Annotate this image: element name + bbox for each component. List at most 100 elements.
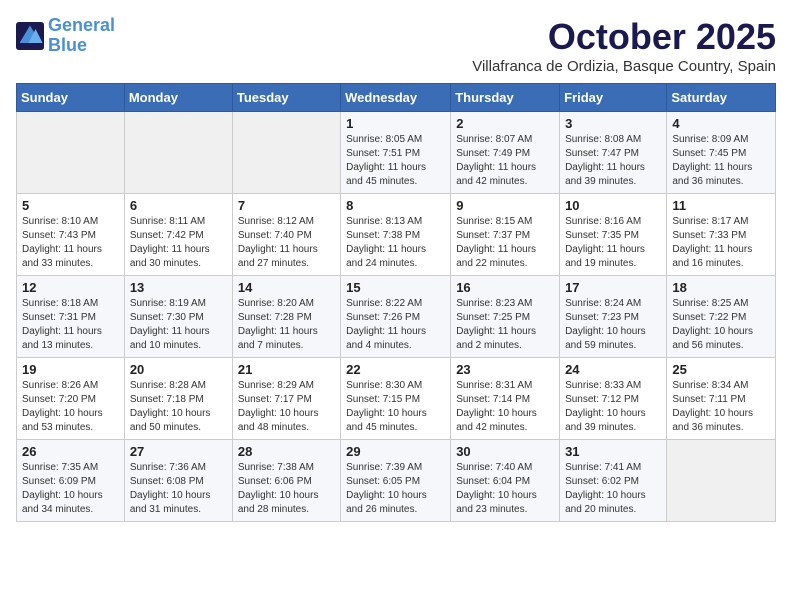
day-number: 27 xyxy=(130,444,227,459)
day-number: 4 xyxy=(672,116,770,131)
calendar-cell: 26Sunrise: 7:35 AM Sunset: 6:09 PM Dayli… xyxy=(17,440,125,522)
day-number: 5 xyxy=(22,198,119,213)
calendar-cell xyxy=(124,112,232,194)
day-number: 19 xyxy=(22,362,119,377)
calendar-cell: 18 Sunrise: 8:25 AM Sunset: 7:22 PM Dayli… xyxy=(667,276,776,358)
cell-content: Sunrise: 8:07 AM Sunset: 7:49 PM Dayligh… xyxy=(456,133,554,189)
calendar-table: SundayMondayTuesdayWednesdayThursdayFrid… xyxy=(16,83,776,522)
calendar-cell: 20 Sunrise: 8:28 AM Sunset: 7:18 PM Dayli… xyxy=(124,358,232,440)
day-number: 17 xyxy=(565,280,661,295)
title-block: October 2025 Villafranca de Ordizia, Bas… xyxy=(472,16,776,75)
cell-content: Sunrise: 8:10 AM Sunset: 7:43 PM Dayligh… xyxy=(22,215,119,271)
day-number: 14 xyxy=(238,280,335,295)
col-header-tuesday: Tuesday xyxy=(232,84,340,112)
day-number: 2 xyxy=(456,116,554,131)
col-header-sunday: Sunday xyxy=(17,84,125,112)
cell-content: Sunrise: 8:13 AM Sunset: 7:38 PM Dayligh… xyxy=(346,215,445,271)
day-number: 26 xyxy=(22,444,119,459)
day-number: 13 xyxy=(130,280,227,295)
cell-content: Sunrise: 8:05 AM Sunset: 7:51 PM Dayligh… xyxy=(346,133,445,189)
col-header-saturday: Saturday xyxy=(667,84,776,112)
week-row-4: 19 Sunrise: 8:26 AM Sunset: 7:20 PM Dayli… xyxy=(17,358,776,440)
day-number: 6 xyxy=(130,198,227,213)
day-number: 29 xyxy=(346,444,445,459)
week-row-3: 12Sunrise: 8:18 AM Sunset: 7:31 PM Dayli… xyxy=(17,276,776,358)
cell-content: Sunrise: 8:28 AM Sunset: 7:18 PM Dayligh… xyxy=(130,379,227,435)
calendar-cell: 6 Sunrise: 8:11 AM Sunset: 7:42 PM Daylig… xyxy=(124,194,232,276)
week-row-1: 1Sunrise: 8:05 AM Sunset: 7:51 PM Daylig… xyxy=(17,112,776,194)
day-number: 25 xyxy=(672,362,770,377)
cell-content: Sunrise: 8:30 AM Sunset: 7:15 PM Dayligh… xyxy=(346,379,445,435)
cell-content: Sunrise: 8:22 AM Sunset: 7:26 PM Dayligh… xyxy=(346,297,445,353)
calendar-cell: 2 Sunrise: 8:07 AM Sunset: 7:49 PM Daylig… xyxy=(451,112,560,194)
cell-content: Sunrise: 8:08 AM Sunset: 7:47 PM Dayligh… xyxy=(565,133,661,189)
calendar-cell: 17Sunrise: 8:24 AM Sunset: 7:23 PM Dayli… xyxy=(560,276,667,358)
day-number: 31 xyxy=(565,444,661,459)
calendar-cell: 16Sunrise: 8:23 AM Sunset: 7:25 PM Dayli… xyxy=(451,276,560,358)
calendar-cell: 24Sunrise: 8:33 AM Sunset: 7:12 PM Dayli… xyxy=(560,358,667,440)
calendar-cell: 27 Sunrise: 7:36 AM Sunset: 6:08 PM Dayli… xyxy=(124,440,232,522)
cell-content: Sunrise: 7:36 AM Sunset: 6:08 PM Dayligh… xyxy=(130,461,227,517)
day-number: 22 xyxy=(346,362,445,377)
cell-content: Sunrise: 8:16 AM Sunset: 7:35 PM Dayligh… xyxy=(565,215,661,271)
cell-content: Sunrise: 8:15 AM Sunset: 7:37 PM Dayligh… xyxy=(456,215,554,271)
cell-content: Sunrise: 8:12 AM Sunset: 7:40 PM Dayligh… xyxy=(238,215,335,271)
calendar-cell: 23 Sunrise: 8:31 AM Sunset: 7:14 PM Dayli… xyxy=(451,358,560,440)
col-header-monday: Monday xyxy=(124,84,232,112)
calendar-cell: 4Sunrise: 8:09 AM Sunset: 7:45 PM Daylig… xyxy=(667,112,776,194)
cell-content: Sunrise: 8:31 AM Sunset: 7:14 PM Dayligh… xyxy=(456,379,554,435)
cell-content: Sunrise: 8:29 AM Sunset: 7:17 PM Dayligh… xyxy=(238,379,335,435)
calendar-cell xyxy=(667,440,776,522)
calendar-cell xyxy=(17,112,125,194)
day-number: 20 xyxy=(130,362,227,377)
cell-content: Sunrise: 8:19 AM Sunset: 7:30 PM Dayligh… xyxy=(130,297,227,353)
logo-text: General Blue xyxy=(48,16,115,56)
cell-content: Sunrise: 8:17 AM Sunset: 7:33 PM Dayligh… xyxy=(672,215,770,271)
calendar-cell: 25 Sunrise: 8:34 AM Sunset: 7:11 PM Dayli… xyxy=(667,358,776,440)
calendar-cell: 31 Sunrise: 7:41 AM Sunset: 6:02 PM Dayli… xyxy=(560,440,667,522)
cell-content: Sunrise: 8:34 AM Sunset: 7:11 PM Dayligh… xyxy=(672,379,770,435)
logo-icon xyxy=(16,22,44,50)
cell-content: Sunrise: 7:39 AM Sunset: 6:05 PM Dayligh… xyxy=(346,461,445,517)
page-header: General Blue October 2025 Villafranca de… xyxy=(16,16,776,75)
cell-content: Sunrise: 8:20 AM Sunset: 7:28 PM Dayligh… xyxy=(238,297,335,353)
day-number: 3 xyxy=(565,116,661,131)
calendar-cell: 14 Sunrise: 8:20 AM Sunset: 7:28 PM Dayli… xyxy=(232,276,340,358)
day-number: 21 xyxy=(238,362,335,377)
calendar-cell: 8 Sunrise: 8:13 AM Sunset: 7:38 PM Daylig… xyxy=(341,194,451,276)
calendar-cell: 3 Sunrise: 8:08 AM Sunset: 7:47 PM Daylig… xyxy=(560,112,667,194)
cell-content: Sunrise: 8:33 AM Sunset: 7:12 PM Dayligh… xyxy=(565,379,661,435)
cell-content: Sunrise: 7:40 AM Sunset: 6:04 PM Dayligh… xyxy=(456,461,554,517)
day-number: 30 xyxy=(456,444,554,459)
col-header-thursday: Thursday xyxy=(451,84,560,112)
col-header-wednesday: Wednesday xyxy=(341,84,451,112)
calendar-cell: 12Sunrise: 8:18 AM Sunset: 7:31 PM Dayli… xyxy=(17,276,125,358)
cell-content: Sunrise: 8:23 AM Sunset: 7:25 PM Dayligh… xyxy=(456,297,554,353)
header-row: SundayMondayTuesdayWednesdayThursdayFrid… xyxy=(17,84,776,112)
day-number: 18 xyxy=(672,280,770,295)
day-number: 8 xyxy=(346,198,445,213)
calendar-cell: 22 Sunrise: 8:30 AM Sunset: 7:15 PM Dayli… xyxy=(341,358,451,440)
day-number: 9 xyxy=(456,198,554,213)
calendar-cell: 5 Sunrise: 8:10 AM Sunset: 7:43 PM Daylig… xyxy=(17,194,125,276)
calendar-cell xyxy=(232,112,340,194)
cell-content: Sunrise: 8:11 AM Sunset: 7:42 PM Dayligh… xyxy=(130,215,227,271)
week-row-2: 5 Sunrise: 8:10 AM Sunset: 7:43 PM Daylig… xyxy=(17,194,776,276)
calendar-cell: 19 Sunrise: 8:26 AM Sunset: 7:20 PM Dayli… xyxy=(17,358,125,440)
month-title: October 2025 xyxy=(472,16,776,58)
day-number: 12 xyxy=(22,280,119,295)
calendar-cell: 1Sunrise: 8:05 AM Sunset: 7:51 PM Daylig… xyxy=(341,112,451,194)
calendar-cell: 21 Sunrise: 8:29 AM Sunset: 7:17 PM Dayli… xyxy=(232,358,340,440)
calendar-cell: 11Sunrise: 8:17 AM Sunset: 7:33 PM Dayli… xyxy=(667,194,776,276)
cell-content: Sunrise: 7:41 AM Sunset: 6:02 PM Dayligh… xyxy=(565,461,661,517)
calendar-cell: 30 Sunrise: 7:40 AM Sunset: 6:04 PM Dayli… xyxy=(451,440,560,522)
day-number: 15 xyxy=(346,280,445,295)
calendar-cell: 28Sunrise: 7:38 AM Sunset: 6:06 PM Dayli… xyxy=(232,440,340,522)
calendar-cell: 10Sunrise: 8:16 AM Sunset: 7:35 PM Dayli… xyxy=(560,194,667,276)
calendar-cell: 9 Sunrise: 8:15 AM Sunset: 7:37 PM Daylig… xyxy=(451,194,560,276)
cell-content: Sunrise: 8:25 AM Sunset: 7:22 PM Dayligh… xyxy=(672,297,770,353)
cell-content: Sunrise: 8:26 AM Sunset: 7:20 PM Dayligh… xyxy=(22,379,119,435)
day-number: 28 xyxy=(238,444,335,459)
calendar-cell: 15 Sunrise: 8:22 AM Sunset: 7:26 PM Dayli… xyxy=(341,276,451,358)
day-number: 23 xyxy=(456,362,554,377)
